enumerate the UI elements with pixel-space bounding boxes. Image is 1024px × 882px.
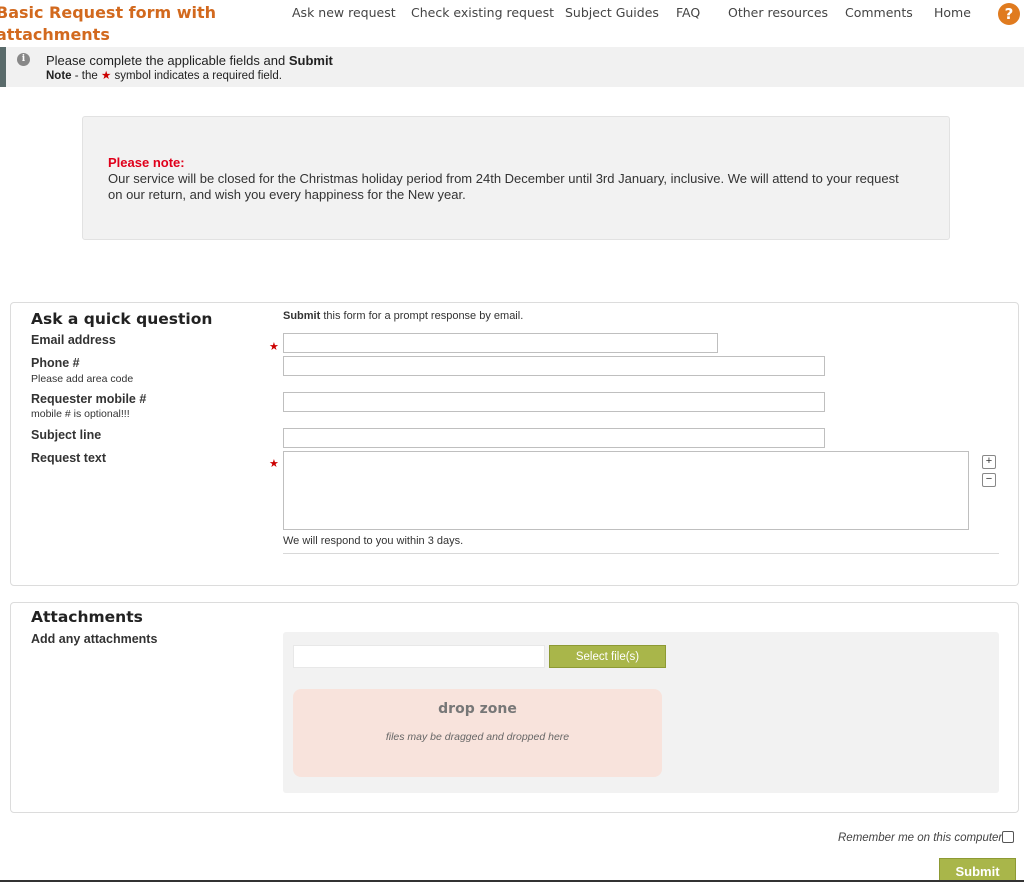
- notice-body: Our service will be closed for the Chris…: [108, 171, 899, 202]
- instructions-bar: i Please complete the applicable fields …: [0, 47, 1024, 87]
- email-field[interactable]: [283, 333, 718, 353]
- minus-icon[interactable]: −: [982, 473, 996, 487]
- help-icon[interactable]: ?: [998, 3, 1020, 25]
- divider: [283, 553, 999, 554]
- note-prefix: - the: [71, 70, 101, 82]
- nav-check-existing-request[interactable]: Check existing request: [411, 5, 554, 20]
- nav-ask-new-request[interactable]: Ask new request: [292, 5, 396, 20]
- note-suffix: symbol indicates a required field.: [111, 70, 282, 82]
- phone-label: Phone #: [31, 356, 80, 370]
- question-panel: Ask a quick question Submit this form fo…: [10, 302, 1019, 586]
- drop-zone[interactable]: drop zone files may be dragged and dropp…: [293, 689, 662, 777]
- question-section-title: Ask a quick question: [31, 310, 213, 328]
- info-icon: i: [17, 53, 30, 66]
- request-required-icon: ★: [269, 458, 279, 470]
- nav-other-resources[interactable]: Other resources: [728, 5, 828, 20]
- response-time-note: We will respond to you within 3 days.: [283, 535, 464, 547]
- plus-icon[interactable]: +: [982, 455, 996, 469]
- instructions-text: Please complete the applicable fields an…: [46, 53, 333, 68]
- instructions-submit-word: Submit: [288, 53, 333, 68]
- request-text-label: Request text: [31, 451, 107, 465]
- subject-field[interactable]: [283, 428, 825, 448]
- file-path-input[interactable]: [293, 645, 545, 668]
- mobile-field[interactable]: [283, 392, 825, 412]
- question-intro: Submit this form for a prompt response b…: [283, 310, 523, 322]
- notice-title: Please note:: [108, 155, 185, 170]
- remember-me-checkbox[interactable]: [1002, 831, 1014, 843]
- top-header: Basic Request form with attachments Ask …: [0, 0, 1024, 46]
- nav-faq[interactable]: FAQ: [676, 5, 700, 20]
- phone-hint: Please add area code: [31, 373, 134, 385]
- mobile-hint: mobile # is optional!!!: [31, 408, 130, 420]
- remember-me-label: Remember me on this computer: [838, 832, 1003, 844]
- nav-home[interactable]: Home: [934, 5, 971, 20]
- holiday-notice: Please note: Our service will be closed …: [82, 116, 950, 240]
- attachment-area: Select file(s) drop zone files may be dr…: [283, 632, 999, 793]
- mobile-label: Requester mobile #: [31, 392, 147, 406]
- intro-submit-word: Submit: [283, 310, 321, 322]
- required-star-icon: ★: [100, 70, 112, 82]
- request-textarea[interactable]: [283, 451, 969, 530]
- attachments-panel: Attachments Add any attachments Select f…: [10, 602, 1019, 813]
- select-files-button[interactable]: Select file(s): [549, 645, 666, 668]
- subject-label: Subject line: [31, 428, 102, 442]
- email-label: Email address: [31, 333, 116, 347]
- phone-field[interactable]: [283, 356, 825, 376]
- email-required-icon: ★: [269, 341, 279, 353]
- drop-zone-hint: files may be dragged and dropped here: [385, 731, 570, 743]
- required-note: Note - the ★ symbol indicates a required…: [46, 68, 282, 82]
- instructions-prefix: Please complete the applicable fields an…: [46, 53, 289, 68]
- attachments-label: Add any attachments: [31, 632, 158, 646]
- submit-button[interactable]: Submit: [939, 858, 1016, 882]
- intro-rest: this form for a prompt response by email…: [320, 310, 524, 322]
- attachments-section-title: Attachments: [31, 608, 143, 626]
- drop-zone-title: drop zone: [438, 701, 517, 717]
- page-title: Basic Request form with attachments: [0, 3, 217, 44]
- nav-comments[interactable]: Comments: [845, 5, 913, 20]
- nav-subject-guides[interactable]: Subject Guides: [565, 5, 659, 20]
- note-label: Note: [46, 70, 72, 82]
